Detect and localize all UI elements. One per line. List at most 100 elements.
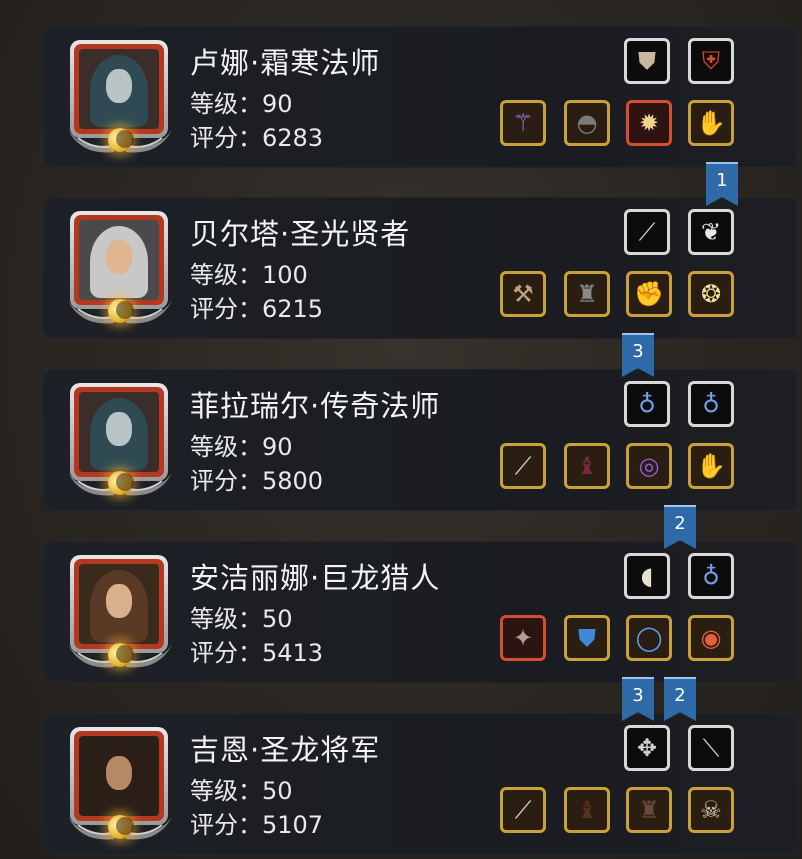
dagger-icon: ⟋ [638, 218, 656, 246]
equipment-slot[interactable]: ♝ [564, 787, 610, 833]
necklace-icon: ♁ [638, 390, 656, 418]
equipment-slot[interactable]: ♁ [624, 381, 670, 427]
portrait-frame [70, 40, 168, 138]
wand-icon: ⟋ [514, 452, 532, 480]
equipment-slot[interactable]: ☠ [688, 787, 734, 833]
equipment-slot[interactable]: ♁ [688, 381, 734, 427]
sapphire-ring-icon: ◯ [635, 624, 663, 652]
hero-portrait[interactable] [64, 36, 176, 160]
equipment-slot[interactable]: ⚒ [500, 271, 546, 317]
hero-portrait[interactable] [64, 379, 176, 503]
hero-level: 等级：50 [190, 777, 293, 805]
equipment-slot[interactable]: ◓ [564, 100, 610, 146]
equipment-slot[interactable]: ⟍ [688, 725, 734, 771]
hero-score: 评分：5107 [190, 811, 324, 839]
portrait-frame [70, 383, 168, 481]
equipment-slot[interactable]: ⟋ [500, 787, 546, 833]
hero-card[interactable]: 卢娜·霜寒法师 等级：90 评分：6283 ⛊ ⛨ ⚚ ◓ ✹ ✋ [42, 26, 798, 168]
moon-icon [108, 128, 134, 152]
equipment-slot[interactable]: ❦ [688, 209, 734, 255]
hero-name: 贝尔塔·圣光贤者 [190, 217, 411, 251]
staff-icon: ⚚ [512, 109, 534, 137]
hero-name: 菲拉瑞尔·传奇法师 [190, 389, 441, 423]
hero-name: 吉恩·圣龙将军 [190, 733, 381, 767]
equipment-slot[interactable]: ⛨ [688, 38, 734, 84]
hero-level: 等级：90 [190, 90, 293, 118]
avatar [79, 736, 159, 816]
equipment-slot[interactable]: ✥ [624, 725, 670, 771]
cloak-icon: ♝ [576, 452, 598, 480]
gem-amulet-icon: ✹ [638, 109, 660, 137]
equipment-slot[interactable]: ⛊ [564, 615, 610, 661]
equipment-slot[interactable]: ✋ [688, 100, 734, 146]
blue-armor-icon: ⛊ [578, 624, 596, 652]
portrait-frame [70, 555, 168, 653]
equipment-slot[interactable]: ◉ [688, 615, 734, 661]
avatar [79, 49, 159, 129]
hero-score: 评分：5800 [190, 467, 324, 495]
moon-icon [108, 815, 134, 839]
wing-icon: ❦ [700, 218, 722, 246]
moon-icon [108, 299, 134, 323]
armor-piece-icon: ⛊ [638, 47, 656, 75]
blade-icon: ⟍ [702, 734, 720, 762]
cape-icon: ♝ [576, 796, 598, 824]
skull-mask-icon: ☠ [700, 796, 722, 824]
avatar [79, 392, 159, 472]
gauntlet-icon: ✊ [634, 280, 664, 308]
equipment-slot[interactable]: ✹ [626, 100, 672, 146]
hero-score: 评分：5413 [190, 639, 324, 667]
spear-icon: ⟋ [514, 796, 532, 824]
equipment-slot[interactable]: ⟋ [624, 209, 670, 255]
hero-card[interactable]: 菲拉瑞尔·传奇法师 等级：90 评分：5800 ♁ ♁ ⟋ ♝ ◎ ✋ [42, 369, 798, 511]
equipment-slot[interactable]: ⚚ [500, 100, 546, 146]
emblem-icon: ✥ [636, 734, 658, 762]
necklace-icon: ♁ [702, 562, 720, 590]
hero-score: 评分：6215 [190, 295, 324, 323]
equipment-slot[interactable]: ✊ [626, 271, 672, 317]
hero-name: 卢娜·霜寒法师 [190, 46, 381, 80]
hero-portrait[interactable] [64, 207, 176, 331]
portrait-frame [70, 211, 168, 309]
hero-portrait[interactable] [64, 723, 176, 847]
equipment-slot[interactable]: ♝ [564, 443, 610, 489]
hero-card[interactable]: 贝尔塔·圣光贤者 等级：100 评分：6215 ⟋ ❦ ⚒ ♜ ✊ ❂ [42, 197, 798, 339]
necklace-icon: ♁ [702, 390, 720, 418]
chest-armor-icon: ◓ [576, 109, 598, 137]
avatar [79, 220, 159, 300]
equipment-slot[interactable]: ♜ [564, 271, 610, 317]
equipment-slot[interactable]: ❂ [688, 271, 734, 317]
equipment-slot[interactable]: ♜ [626, 787, 672, 833]
hero-card[interactable]: 安洁丽娜·巨龙猎人 等级：50 评分：5413 ◖ ♁ ✦ ⛊ ◯ ◉ [42, 541, 798, 683]
avatar [79, 564, 159, 644]
equipment-slot[interactable]: ⟋ [500, 443, 546, 489]
moon-icon [108, 643, 134, 667]
fang-icon: ◖ [640, 562, 654, 590]
equipment-slot[interactable]: ◯ [626, 615, 672, 661]
hero-name: 安洁丽娜·巨龙猎人 [190, 561, 441, 595]
hero-level: 等级：50 [190, 605, 293, 633]
gloves-icon: ✋ [696, 109, 726, 137]
ruby-ring-icon: ◉ [700, 624, 722, 652]
equipment-slot[interactable]: ⛊ [624, 38, 670, 84]
pistol-icon: ✦ [512, 624, 534, 652]
hero-level: 等级：90 [190, 433, 293, 461]
hero-portrait[interactable] [64, 551, 176, 675]
portrait-frame [70, 727, 168, 825]
gloves-icon: ✋ [696, 452, 726, 480]
crest-shield-icon: ⛨ [702, 47, 720, 75]
pendant-icon: ❂ [700, 280, 722, 308]
hero-score: 评分：6283 [190, 124, 324, 152]
equipment-slot[interactable]: ✦ [500, 615, 546, 661]
hero-card[interactable]: 吉恩·圣龙将军 等级：50 评分：5107 ✥ ⟍ ⟋ ♝ ♜ ☠ [42, 713, 798, 855]
robe-icon: ♜ [576, 280, 598, 308]
equipment-slot[interactable]: ◎ [626, 443, 672, 489]
hammer-icon: ⚒ [512, 280, 534, 308]
equipment-slot[interactable]: ✋ [688, 443, 734, 489]
hero-level: 等级：100 [190, 261, 308, 289]
equipment-slot[interactable]: ♁ [688, 553, 734, 599]
coat-icon: ♜ [638, 796, 660, 824]
purple-ring-icon: ◎ [638, 452, 660, 480]
equipment-slot[interactable]: ◖ [624, 553, 670, 599]
moon-icon [108, 471, 134, 495]
